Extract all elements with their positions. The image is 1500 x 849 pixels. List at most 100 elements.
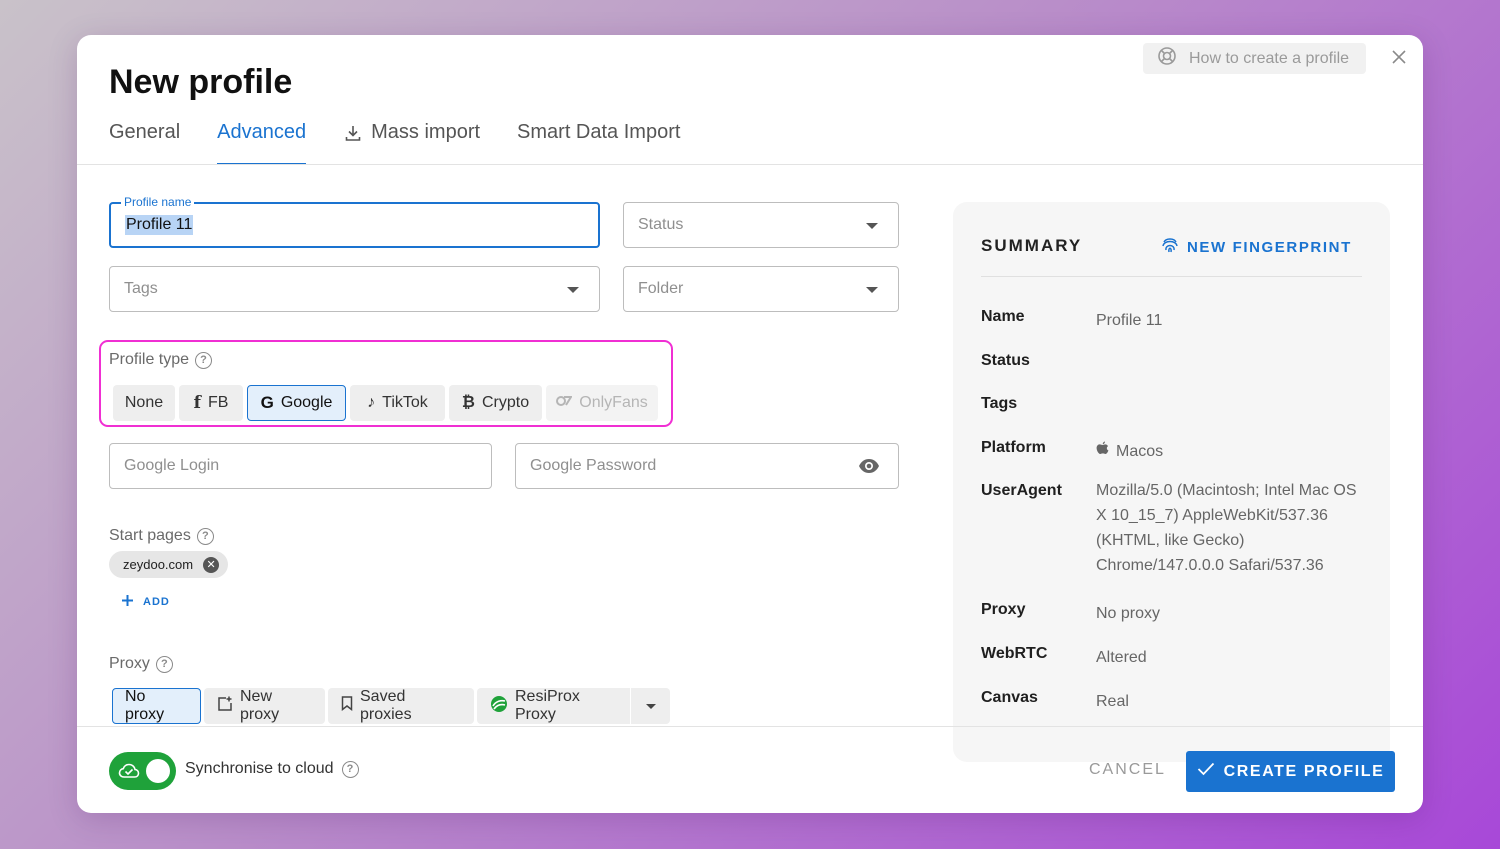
remove-chip-icon[interactable]: ✕ xyxy=(203,556,220,573)
proxy-option-saved-proxies[interactable]: Saved proxies xyxy=(328,688,474,724)
tab-mass-import[interactable]: Mass import xyxy=(343,121,480,165)
help-icon[interactable]: ? xyxy=(155,655,173,673)
summary-value: Profile 11 xyxy=(1096,312,1163,329)
download-icon xyxy=(343,123,363,149)
google-login-placeholder: Google Login xyxy=(124,457,220,474)
sync-cloud-toggle[interactable] xyxy=(109,752,176,790)
resiprox-logo-icon xyxy=(490,695,508,718)
fingerprint-icon xyxy=(1161,236,1179,258)
footer-divider xyxy=(77,726,1423,727)
tab-smart-data-import[interactable]: Smart Data Import xyxy=(517,121,680,165)
profile-type-crypto[interactable]: ₿ Crypto xyxy=(449,385,542,421)
tab-label: Mass import xyxy=(371,121,481,143)
status-select[interactable]: Status xyxy=(623,202,899,248)
summary-key: Name xyxy=(981,308,1025,325)
summary-key: Platform xyxy=(981,439,1046,456)
folder-placeholder: Folder xyxy=(638,280,684,297)
create-profile-button[interactable]: CREATE PROFILE xyxy=(1186,751,1395,792)
profile-type-segment: None f FB G Google ♪ TikTok ₿ Crypto Onl… xyxy=(113,385,658,421)
tabs-divider xyxy=(77,164,1423,165)
summary-divider xyxy=(981,276,1362,277)
option-label: Crypto xyxy=(481,394,530,411)
google-password-placeholder: Google Password xyxy=(530,457,657,474)
new-fingerprint-label: NEW FINGERPRINT xyxy=(1187,238,1352,256)
summary-row-name: Name Profile 11 xyxy=(981,308,1366,333)
option-label: FB xyxy=(207,394,229,411)
chip-label: zeydoo.com xyxy=(123,557,194,572)
summary-key: UserAgent xyxy=(981,482,1062,499)
create-profile-label: CREATE PROFILE xyxy=(1223,762,1385,780)
profile-type-fb[interactable]: f FB xyxy=(179,385,243,421)
proxy-more-dropdown[interactable] xyxy=(631,688,670,724)
summary-key: Tags xyxy=(981,395,1018,412)
profile-name-value: Profile 11 xyxy=(125,215,194,235)
facebook-icon: f xyxy=(193,393,201,413)
summary-key: Proxy xyxy=(981,601,1026,618)
summary-row-useragent: UserAgent Mozilla/5.0 (Macintosh; Intel … xyxy=(981,478,1366,578)
status-placeholder: Status xyxy=(638,216,684,233)
summary-value: Mozilla/5.0 (Macintosh; Intel Mac OS X 1… xyxy=(1096,482,1357,574)
bookmark-icon xyxy=(341,696,353,716)
summary-row-tags: Tags xyxy=(981,395,1366,413)
summary-row-proxy: Proxy No proxy xyxy=(981,601,1366,626)
add-start-page-button[interactable]: ADD xyxy=(121,594,170,610)
google-password-input[interactable]: Google Password xyxy=(515,443,899,489)
profile-type-label: Profile type ? xyxy=(109,351,213,369)
close-icon[interactable] xyxy=(1387,45,1411,69)
folder-select[interactable]: Folder xyxy=(623,266,899,312)
proxy-option-new-proxy[interactable]: New proxy xyxy=(204,688,325,724)
new-profile-dialog: New profile How to create a profile Gene… xyxy=(77,35,1423,813)
sync-cloud-label: Synchronise to cloud ? xyxy=(185,760,359,778)
cloud-check-icon xyxy=(118,761,140,786)
new-fingerprint-button[interactable]: NEW FINGERPRINT xyxy=(1161,236,1352,258)
tab-advanced[interactable]: Advanced xyxy=(217,121,306,165)
summary-value: Macos xyxy=(1096,439,1366,464)
profile-type-label-text: Profile type xyxy=(109,351,190,368)
summary-key: Status xyxy=(981,352,1030,369)
option-label: Google xyxy=(280,394,333,411)
tab-label: Smart Data Import xyxy=(517,121,681,143)
help-icon[interactable]: ? xyxy=(196,527,214,545)
sync-label-text: Synchronise to cloud xyxy=(185,760,334,777)
new-window-icon xyxy=(217,696,233,717)
summary-value: No proxy xyxy=(1096,605,1161,622)
proxy-label: Proxy ? xyxy=(109,655,173,673)
eye-icon[interactable] xyxy=(858,457,880,480)
summary-value: Altered xyxy=(1096,649,1147,666)
tags-select[interactable]: Tags xyxy=(109,266,600,312)
profile-type-none[interactable]: None xyxy=(113,385,175,421)
proxy-option-resiprox[interactable]: ResiProx Proxy xyxy=(477,688,630,724)
cancel-button[interactable]: CANCEL xyxy=(1089,761,1166,779)
summary-value xyxy=(1096,395,1366,413)
profile-type-tiktok[interactable]: ♪ TikTok xyxy=(350,385,445,421)
check-icon xyxy=(1197,762,1215,781)
option-label: Saved proxies xyxy=(360,688,412,723)
help-icon[interactable]: ? xyxy=(341,760,359,778)
summary-row-webrtc: WebRTC Altered xyxy=(981,645,1366,670)
help-icon[interactable]: ? xyxy=(195,351,213,369)
start-pages-label-text: Start pages xyxy=(109,527,191,544)
google-login-input[interactable]: Google Login xyxy=(109,443,492,489)
summary-row-status: Status xyxy=(981,352,1366,370)
apple-icon xyxy=(1096,439,1109,464)
google-icon: G xyxy=(260,393,274,412)
proxy-option-no-proxy[interactable]: No proxy xyxy=(112,688,201,724)
tab-general[interactable]: General xyxy=(109,121,180,165)
dropdown-arrow-icon xyxy=(645,703,656,709)
dropdown-arrow-icon xyxy=(866,287,878,293)
profile-type-google[interactable]: G Google xyxy=(247,385,346,421)
profile-type-onlyfans: OnlyFans xyxy=(546,385,658,421)
summary-value xyxy=(1096,352,1366,370)
tiktok-icon: ♪ xyxy=(367,394,376,411)
option-label: OnlyFans xyxy=(579,394,648,411)
profile-name-input[interactable]: Profile name Profile 11 xyxy=(109,195,600,248)
summary-value: Real xyxy=(1096,693,1129,710)
summary-row-platform: Platform Macos xyxy=(981,439,1366,464)
how-to-create-profile-button[interactable]: How to create a profile xyxy=(1143,43,1366,74)
platform-value: Macos xyxy=(1116,443,1164,460)
summary-row-canvas: Canvas Real xyxy=(981,689,1366,714)
profile-name-label: Profile name xyxy=(121,195,195,209)
start-page-chip: zeydoo.com ✕ xyxy=(109,551,229,578)
dropdown-arrow-icon xyxy=(567,287,579,293)
lifebuoy-icon xyxy=(1157,46,1177,71)
